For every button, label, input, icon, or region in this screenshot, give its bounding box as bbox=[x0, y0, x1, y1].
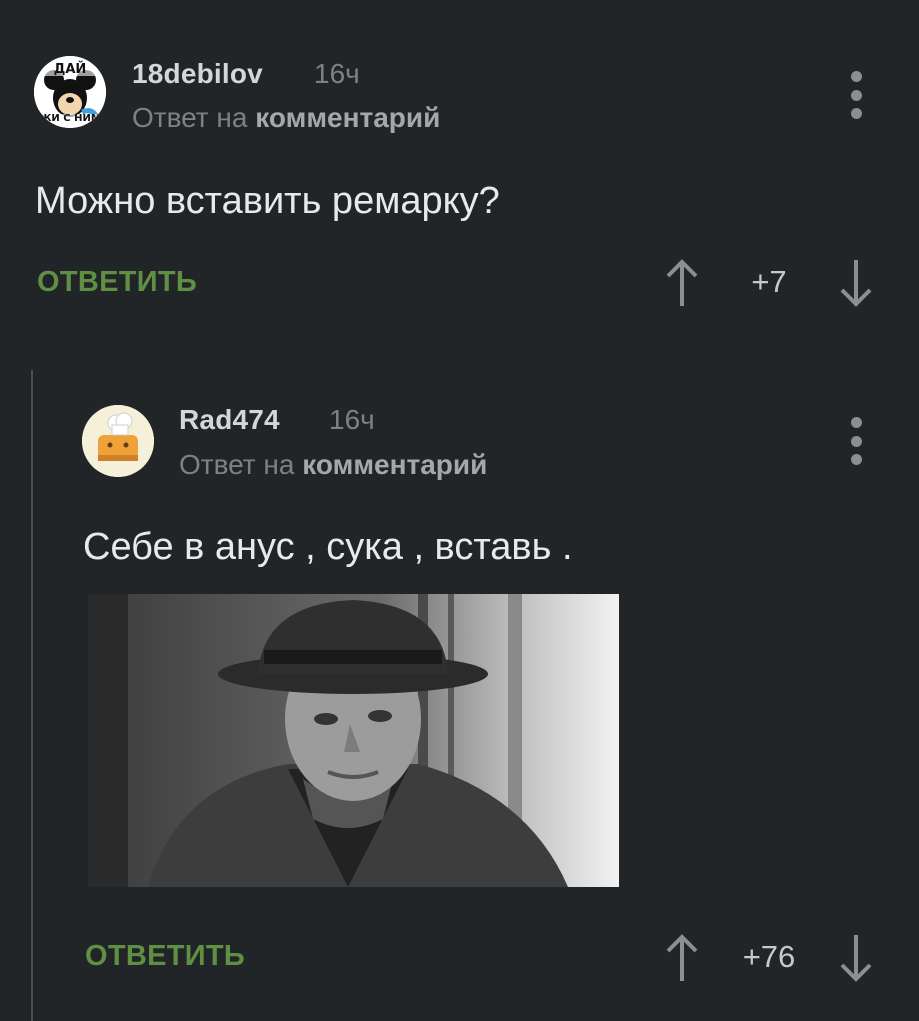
upvote-button[interactable] bbox=[665, 258, 699, 308]
avatar-caption-bottom: ЖИ С НИМ bbox=[39, 113, 101, 124]
avatar[interactable] bbox=[82, 405, 154, 477]
arrow-down-icon bbox=[840, 260, 872, 307]
comment-text: Можно вставить ремарку? bbox=[35, 180, 500, 222]
man-in-hat-photo bbox=[88, 594, 619, 887]
score: +7 bbox=[751, 264, 787, 299]
reply-target-link[interactable]: комментарий bbox=[302, 449, 487, 480]
score: +76 bbox=[742, 939, 796, 974]
reply-prefix: Ответ на bbox=[132, 102, 248, 133]
attached-photo[interactable] bbox=[88, 594, 619, 887]
arrow-down-icon bbox=[840, 935, 872, 982]
downvote-button[interactable] bbox=[839, 933, 873, 983]
comment: Rad474 16ч Ответ на комментарий Себе в а… bbox=[0, 370, 919, 1021]
downvote-button[interactable] bbox=[839, 258, 873, 308]
vertical-dots-icon-dot bbox=[850, 435, 862, 447]
vertical-dots-icon bbox=[850, 71, 862, 82]
vertical-dots-icon bbox=[850, 417, 862, 428]
upvote-button[interactable] bbox=[665, 933, 699, 983]
chef-avatar-icon bbox=[82, 405, 154, 477]
username[interactable]: Rad474 bbox=[179, 404, 280, 436]
vertical-dots-icon-dot bbox=[850, 108, 862, 119]
timestamp: 16ч bbox=[314, 58, 360, 89]
reply-reference: Ответ на комментарий bbox=[179, 449, 487, 481]
comment-text: Себе в анус , сука , вставь . bbox=[83, 526, 573, 568]
reply-prefix: Ответ на bbox=[179, 449, 295, 480]
reply-button[interactable]: ОТВЕТИТЬ bbox=[85, 940, 245, 973]
more-options-button[interactable] bbox=[844, 417, 868, 465]
reply-target-link[interactable]: комментарий bbox=[255, 102, 440, 133]
reply-button[interactable]: ОТВЕТИТЬ bbox=[37, 266, 197, 299]
more-options-button[interactable] bbox=[844, 71, 868, 119]
arrow-up-icon bbox=[666, 934, 698, 981]
comment: ДАЙ ЖИ С НИМ 18debilov 16ч Ответ на комм… bbox=[0, 0, 919, 345]
username[interactable]: 18debilov bbox=[132, 58, 263, 90]
timestamp: 16ч bbox=[329, 404, 375, 435]
vertical-dots-icon-dot bbox=[850, 454, 862, 465]
reply-reference: Ответ на комментарий bbox=[132, 102, 440, 134]
avatar[interactable]: ДАЙ ЖИ С НИМ bbox=[34, 56, 106, 128]
vertical-dots-icon-dot bbox=[850, 89, 862, 101]
avatar-caption-top: ДАЙ bbox=[53, 62, 87, 77]
arrow-up-icon bbox=[666, 259, 698, 306]
